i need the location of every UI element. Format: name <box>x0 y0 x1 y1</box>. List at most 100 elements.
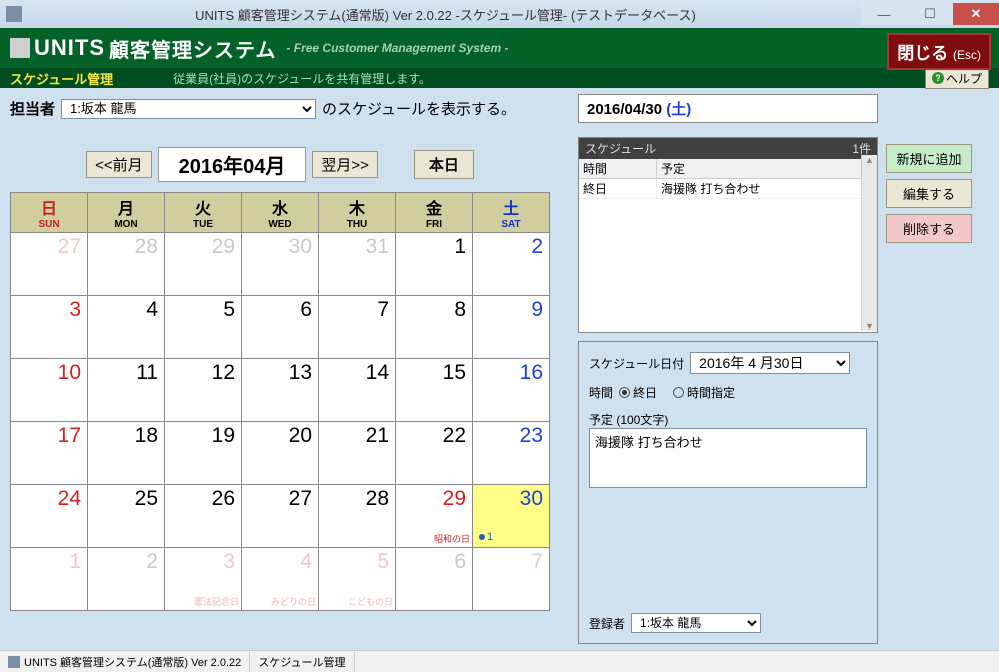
calendar-day[interactable]: 29昭和の日 <box>396 485 473 548</box>
calendar-day[interactable]: 24 <box>11 485 88 548</box>
prev-month-button[interactable]: <<前月 <box>86 151 152 178</box>
calendar-header: 日SUN月MON火TUE水WED木THU金FRI土SAT <box>10 192 550 233</box>
schedule-date-select[interactable]: 2016年 4 月30日 <box>690 352 850 374</box>
calendar-day[interactable]: 23 <box>473 422 550 485</box>
calendar-day[interactable]: 28 <box>319 485 396 548</box>
action-column: 新規に追加 編集する 削除する <box>884 88 976 650</box>
month-nav: <<前月 2016年04月 翌月>> 本日 <box>10 147 550 182</box>
calendar-day[interactable]: 10 <box>11 359 88 422</box>
calendar-day[interactable]: 7 <box>473 548 550 611</box>
app-header: UNITS 顧客管理システム - Free Customer Managemen… <box>0 28 999 68</box>
calendar-day[interactable]: 18 <box>88 422 165 485</box>
delete-button[interactable]: 削除する <box>886 214 972 243</box>
calendar-day[interactable]: 301 <box>473 485 550 548</box>
form-reg-label: 登録者 <box>589 615 625 632</box>
left-panel: 担当者 1:坂本 龍馬 のスケジュールを表示する。 <<前月 2016年04月 … <box>0 88 560 650</box>
calendar-day[interactable]: 30 <box>242 233 319 296</box>
calendar-day[interactable]: 28 <box>88 233 165 296</box>
brand-subtitle: - Free Customer Management System - <box>286 41 508 55</box>
calendar: 日SUN月MON火TUE水WED木THU金FRI土SAT 27282930311… <box>10 192 550 611</box>
calendar-day[interactable]: 29 <box>165 233 242 296</box>
calendar-day[interactable]: 1 <box>11 548 88 611</box>
calendar-day[interactable]: 25 <box>88 485 165 548</box>
scrollbar[interactable]: ▲▼ <box>861 155 877 331</box>
plan-textarea[interactable]: 海援隊 打ち合わせ <box>589 428 867 488</box>
selected-date: 2016/04/30 <box>587 101 662 118</box>
calendar-day[interactable]: 6 <box>242 296 319 359</box>
calendar-day[interactable]: 14 <box>319 359 396 422</box>
col-plan: 予定 <box>657 159 877 178</box>
window-titlebar: UNITS 顧客管理システム(通常版) Ver 2.0.22 -スケジュール管理… <box>0 0 999 28</box>
calendar-day[interactable]: 9 <box>473 296 550 359</box>
calendar-day[interactable]: 5 <box>165 296 242 359</box>
calendar-day[interactable]: 3 <box>11 296 88 359</box>
status-item-2[interactable]: スケジュール管理 <box>250 652 354 672</box>
calendar-day[interactable]: 17 <box>11 422 88 485</box>
brand-jp: 顧客管理システム <box>109 34 276 63</box>
close-button[interactable]: 閉じる (Esc) <box>887 33 991 70</box>
selected-date-header: 2016/04/30 (土) <box>578 94 878 123</box>
weekday-header: 火TUE <box>165 193 242 233</box>
minimize-button[interactable]: — <box>861 3 907 25</box>
edit-button[interactable]: 編集する <box>886 179 972 208</box>
calendar-day[interactable]: 22 <box>396 422 473 485</box>
selected-dow: (土) <box>666 101 691 118</box>
calendar-day[interactable]: 13 <box>242 359 319 422</box>
calendar-day[interactable]: 26 <box>165 485 242 548</box>
weekday-header: 金FRI <box>396 193 473 233</box>
calendar-day[interactable]: 1 <box>396 233 473 296</box>
calendar-day[interactable]: 5こどもの日 <box>319 548 396 611</box>
calendar-day[interactable]: 8 <box>396 296 473 359</box>
form-time-label: 時間 <box>589 384 613 401</box>
status-item-1[interactable]: UNITS 顧客管理システム(通常版) Ver 2.0.22 <box>0 652 250 672</box>
status-bar: UNITS 顧客管理システム(通常版) Ver 2.0.22 スケジュール管理 <box>0 650 999 672</box>
brand-name: UNITS <box>34 35 105 61</box>
calendar-day[interactable]: 20 <box>242 422 319 485</box>
registrant-select[interactable]: 1:坂本 龍馬 <box>631 613 761 633</box>
calendar-day[interactable]: 16 <box>473 359 550 422</box>
calendar-day[interactable]: 3憲法記念日 <box>165 548 242 611</box>
right-group: 2016/04/30 (土) スケジュール 1件 時間 予定 終日海援隊 打ち合… <box>560 88 999 650</box>
person-label: 担当者 <box>10 98 55 119</box>
calendar-day[interactable]: 21 <box>319 422 396 485</box>
help-label: ヘルプ <box>946 70 982 87</box>
form-area: スケジュール日付 2016年 4 月30日 時間 終日 時間指定 予定 (100… <box>578 341 878 644</box>
calendar-day[interactable]: 2 <box>473 233 550 296</box>
today-button[interactable]: 本日 <box>414 150 474 179</box>
schedule-rows[interactable]: 終日海援隊 打ち合わせ <box>579 179 877 332</box>
schedule-titlebar: スケジュール 1件 <box>579 138 877 159</box>
close-esc: (Esc) <box>953 48 981 62</box>
calendar-day[interactable]: 19 <box>165 422 242 485</box>
form-plan-label: 予定 (100文字) <box>589 413 668 427</box>
calendar-day[interactable]: 27 <box>242 485 319 548</box>
help-icon: ? <box>932 72 944 84</box>
form-reg-row: 登録者 1:坂本 龍馬 <box>589 613 867 633</box>
radio-timed[interactable]: 時間指定 <box>673 384 735 401</box>
subheader: スケジュール管理 従業員(社員)のスケジュールを共有管理します。 ? ヘルプ <box>0 68 999 88</box>
next-month-button[interactable]: 翌月>> <box>312 151 378 178</box>
robot-icon <box>10 38 30 58</box>
calendar-day[interactable]: 11 <box>88 359 165 422</box>
calendar-day[interactable]: 6 <box>396 548 473 611</box>
calendar-day[interactable]: 27 <box>11 233 88 296</box>
help-button[interactable]: ? ヘルプ <box>925 68 989 89</box>
person-row: 担当者 1:坂本 龍馬 のスケジュールを表示する。 <box>10 98 550 119</box>
form-plan-row: 予定 (100文字) 海援隊 打ち合わせ <box>589 411 867 488</box>
calendar-day[interactable]: 31 <box>319 233 396 296</box>
add-button[interactable]: 新規に追加 <box>886 144 972 173</box>
schedule-row[interactable]: 終日海援隊 打ち合わせ <box>579 179 877 199</box>
radio-allday[interactable]: 終日 <box>619 384 657 401</box>
calendar-day[interactable]: 4 <box>88 296 165 359</box>
status-icon <box>8 656 20 668</box>
calendar-day[interactable]: 2 <box>88 548 165 611</box>
maximize-button[interactable]: ☐ <box>907 3 953 25</box>
weekday-header: 水WED <box>242 193 319 233</box>
window-close-button[interactable]: ✕ <box>953 3 999 25</box>
calendar-day[interactable]: 7 <box>319 296 396 359</box>
calendar-day[interactable]: 15 <box>396 359 473 422</box>
weekday-header: 土SAT <box>473 193 550 233</box>
calendar-day[interactable]: 4みどりの日 <box>242 548 319 611</box>
calendar-day[interactable]: 12 <box>165 359 242 422</box>
person-select[interactable]: 1:坂本 龍馬 <box>61 99 316 119</box>
calendar-body: 2728293031123456789101112131415161718192… <box>10 233 550 611</box>
